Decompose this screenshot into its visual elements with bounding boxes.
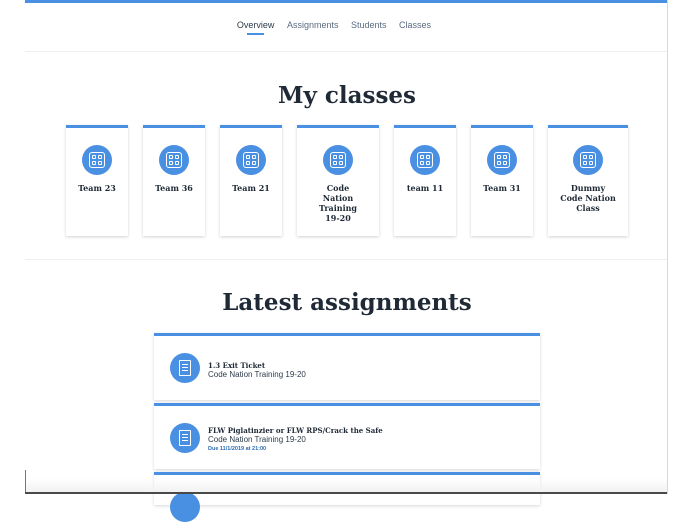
- scroll-fade: [26, 478, 667, 492]
- assignment-due-date: Due 11/1/2019 at 21:00: [208, 446, 267, 452]
- grid-icon: [236, 145, 266, 175]
- class-name: team 11: [406, 183, 444, 193]
- latest-assignments-heading: Latest assignments: [222, 289, 472, 316]
- class-card-team-31[interactable]: Team 31: [471, 125, 533, 236]
- tab-assignments[interactable]: Assignments: [287, 20, 339, 35]
- grid-icon: [410, 145, 440, 175]
- assignment-card[interactable]: 1.3 Exit Ticket Code Nation Training 19-…: [154, 333, 540, 400]
- assignment-title: 1.3 Exit Ticket: [208, 361, 266, 370]
- tab-overview[interactable]: Overview: [237, 20, 274, 35]
- section-divider: [25, 259, 667, 260]
- grid-icon: [573, 145, 603, 175]
- my-classes-heading: My classes: [278, 82, 416, 109]
- tab-classes[interactable]: Classes: [399, 20, 431, 35]
- class-card-dummy-code-nation[interactable]: Dummy Code Nation Class: [548, 125, 628, 236]
- document-icon: [170, 423, 200, 453]
- document-icon: [170, 492, 200, 522]
- class-card-team-11[interactable]: team 11: [394, 125, 456, 236]
- main-nav: Overview Assignments Students Classes: [0, 20, 668, 35]
- assignment-card[interactable]: FLW Piglatinzier or FLW RPS/Crack the Sa…: [154, 403, 540, 469]
- class-name: Team 21: [232, 183, 270, 193]
- grid-icon: [323, 145, 353, 175]
- class-name: Team 31: [483, 183, 521, 193]
- class-name: Team 36: [155, 183, 193, 193]
- class-card-code-nation-training[interactable]: Code Nation Training 19-20: [297, 125, 379, 236]
- document-icon: [170, 353, 200, 383]
- grid-icon: [159, 145, 189, 175]
- class-card-team-36[interactable]: Team 36: [143, 125, 205, 236]
- class-name: Code Nation Training 19-20: [318, 183, 358, 223]
- top-accent-bar: [25, 0, 667, 3]
- assignment-title: FLW Piglatinzier or FLW RPS/Crack the Sa…: [208, 426, 383, 435]
- window-right-edge: [667, 0, 668, 494]
- assignment-class: Code Nation Training 19-20: [208, 435, 306, 444]
- assignment-class: Code Nation Training 19-20: [208, 370, 306, 379]
- class-name: Dummy Code Nation Class: [560, 183, 616, 213]
- window-left-edge: [25, 470, 26, 494]
- class-card-team-21[interactable]: Team 21: [220, 125, 282, 236]
- class-card-team-23[interactable]: Team 23: [66, 125, 128, 236]
- tab-students[interactable]: Students: [351, 20, 387, 35]
- nav-divider: [25, 51, 667, 52]
- grid-icon: [487, 145, 517, 175]
- class-name: Team 23: [78, 183, 116, 193]
- grid-icon: [82, 145, 112, 175]
